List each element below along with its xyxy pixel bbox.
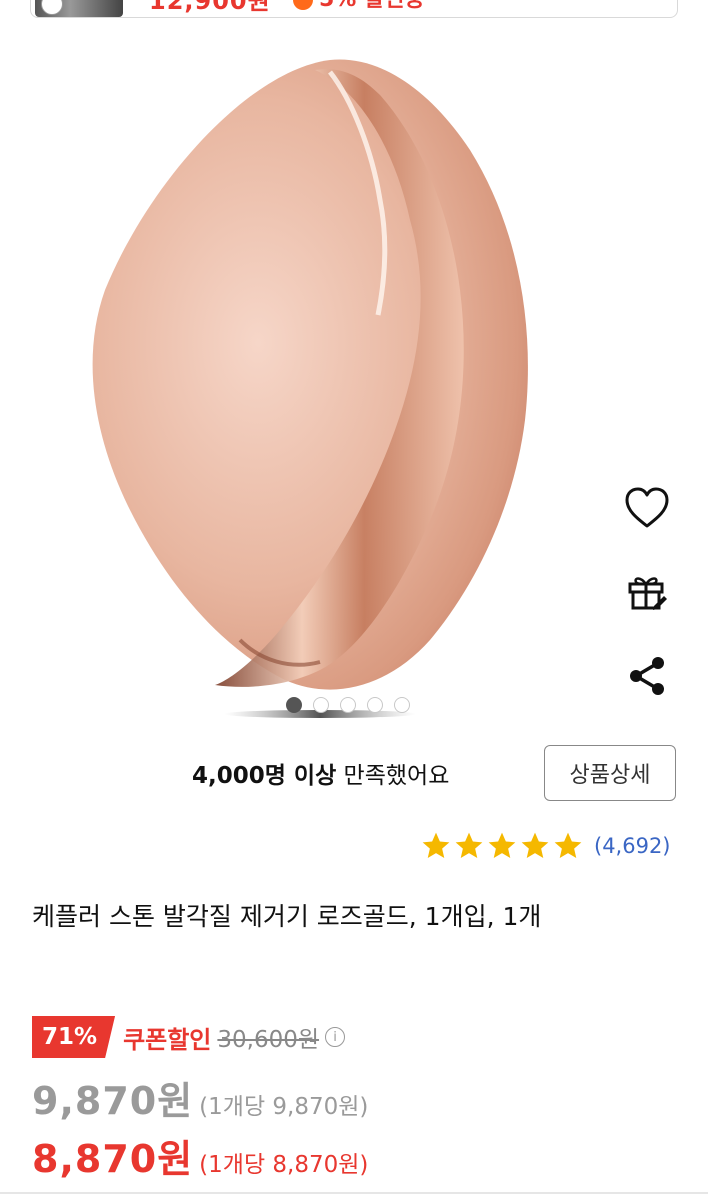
rating-row[interactable]: (4,692) [420,830,671,862]
carousel-dot[interactable] [394,697,410,713]
product-image[interactable] [0,30,708,720]
banner-badge-icon [41,0,63,15]
satisfaction-suffix: 만족했어요 [336,763,450,789]
heart-icon [625,487,669,528]
carousel-dot[interactable] [313,697,329,713]
info-icon[interactable]: i [325,1027,346,1047]
carousel-dot[interactable] [340,697,356,713]
carousel-dot[interactable] [367,697,383,713]
carousel-dot[interactable] [286,697,302,713]
satisfaction-text: 4,000명 이상 만족했어요 [192,756,449,790]
coupon-price-row: 8,870원 (1개당 8,870원) [32,1128,368,1183]
discount-rate-badge: 71% [32,1016,116,1058]
coupon-discount-label: 쿠폰할인 [123,1025,212,1054]
coupon-price: 8,870원 [32,1137,194,1181]
banner-price: 12,900원 [149,0,271,15]
wishlist-button[interactable] [619,480,675,536]
sale-price-row: 9,870원 (1개당 9,870원) [32,1070,368,1125]
sale-unit-price: (1개당 9,870원) [199,1094,369,1120]
star-icon [554,832,582,858]
satisfaction-count: 4,000명 이상 [192,763,337,789]
star-icon [455,832,483,858]
star-rating [420,830,584,862]
product-detail-button[interactable]: 상품상세 [544,745,676,801]
coupon-unit-price: (1개당 8,870원) [199,1152,369,1178]
share-icon [630,657,664,695]
banner-discount: 5% 할인중 [293,0,425,13]
sale-price: 9,870원 [32,1079,194,1123]
star-icon [488,832,516,858]
image-carousel-indicator [286,696,410,714]
divider [0,1192,708,1194]
review-count-link[interactable]: (4,692) [594,834,671,858]
banner-thumbnail [35,0,123,17]
top-recommendation-banner[interactable]: 12,900원 5% 할인중 [30,0,678,18]
gift-button[interactable] [619,564,675,620]
gift-icon [628,577,667,610]
original-price: 30,600원 [217,1027,320,1053]
star-icon [521,832,549,858]
product-title: 케플러 스톤 발각질 제거기 로즈골드, 1개입, 1개 [32,902,542,931]
star-icon [422,832,450,858]
discount-row: 71% 쿠폰할인 30,600원 i [32,1016,346,1058]
share-button[interactable] [619,648,675,704]
